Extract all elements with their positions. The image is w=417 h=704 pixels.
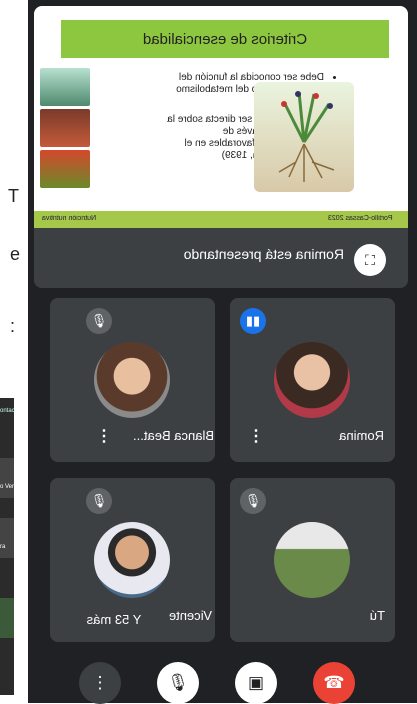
slide-photo-vegetables (40, 150, 90, 188)
background-mark-3: : (10, 316, 16, 336)
slide-footer: Nutrición nutritiva Portillo-Cassas 2023 (34, 211, 408, 228)
camera-off-icon: ▣ (247, 673, 265, 692)
strip-cell: ra (0, 518, 14, 558)
slide-footer-left: Nutrición nutritiva (42, 215, 97, 222)
avatar-self (274, 522, 350, 598)
background-app-strip: ontac o Ver ra (0, 398, 15, 695)
mic-off-icon: 🎙 (86, 308, 112, 334)
strip-item-label: o Ver (0, 484, 15, 490)
slide-photo-produce (40, 109, 90, 147)
presenting-bar: Romina está presentando ⛶ (34, 228, 408, 288)
strip-item-label: ra (0, 544, 6, 550)
more-participants-pill[interactable]: Y 53 más (58, 604, 170, 634)
more-vert-icon[interactable]: ⋮ (248, 426, 264, 446)
background-mark-1: T (8, 186, 19, 206)
mic-off-icon: 🎙 (167, 673, 189, 692)
strip-label: ontac (0, 408, 15, 414)
slide-title: Criterios de esencialidad (142, 30, 308, 48)
participant-tile-romina[interactable]: ▮▮ ⋮ Romina (230, 298, 395, 462)
slide-title-bar: Criterios de esencialidad (61, 20, 389, 58)
slide-footer-right: Portillo-Cassas 2023 (328, 215, 393, 222)
fullscreen-button[interactable]: ⛶ (354, 244, 386, 276)
mic-off-icon: 🎙 (240, 488, 266, 514)
fullscreen-icon: ⛶ (365, 251, 375, 268)
avatar-vicente (94, 522, 170, 598)
mic-off-icon: 🎙 (86, 488, 112, 514)
more-vert-icon[interactable]: ⋮ (96, 426, 112, 446)
background-mark-2: e (10, 244, 21, 264)
presentation-panel[interactable]: Criterios de esencialidad Debe ser conoc… (34, 6, 408, 288)
participant-name: Blanca Beat... (133, 428, 214, 443)
presenting-label: Romina está presentando (183, 246, 344, 262)
avatar-romina (274, 342, 350, 418)
slide-photo-strip (40, 68, 90, 191)
call-controls: ⋮ 🎙 ▣ ☎ (28, 650, 417, 704)
mic-toggle-button[interactable]: 🎙 (157, 662, 199, 704)
more-vert-icon: ⋮ (91, 673, 109, 692)
avatar-blanca (94, 342, 170, 418)
plant-illustration (254, 82, 354, 192)
camera-toggle-button[interactable]: ▣ (235, 662, 277, 704)
shared-slide: Criterios de esencialidad Debe ser conoc… (34, 6, 408, 228)
more-options-button[interactable]: ⋮ (79, 662, 121, 704)
strip-cell: o Ver (0, 458, 14, 498)
strip-cell (0, 598, 14, 638)
participant-tile-blanca[interactable]: 🎙 ⋮ Blanca Beat... (50, 298, 215, 462)
slide-photo-greenhouse (40, 68, 90, 106)
meet-window: Criterios de esencialidad Debe ser conoc… (28, 0, 417, 704)
participant-name: Tú (369, 608, 385, 623)
end-call-button[interactable]: ☎ (313, 662, 355, 704)
participant-name: Romina (339, 428, 384, 443)
audio-wave-icon: ▮▮ (240, 308, 266, 334)
participant-tile-self[interactable]: 🎙 Tú (230, 478, 395, 642)
phone-end-icon: ☎ (323, 673, 345, 692)
